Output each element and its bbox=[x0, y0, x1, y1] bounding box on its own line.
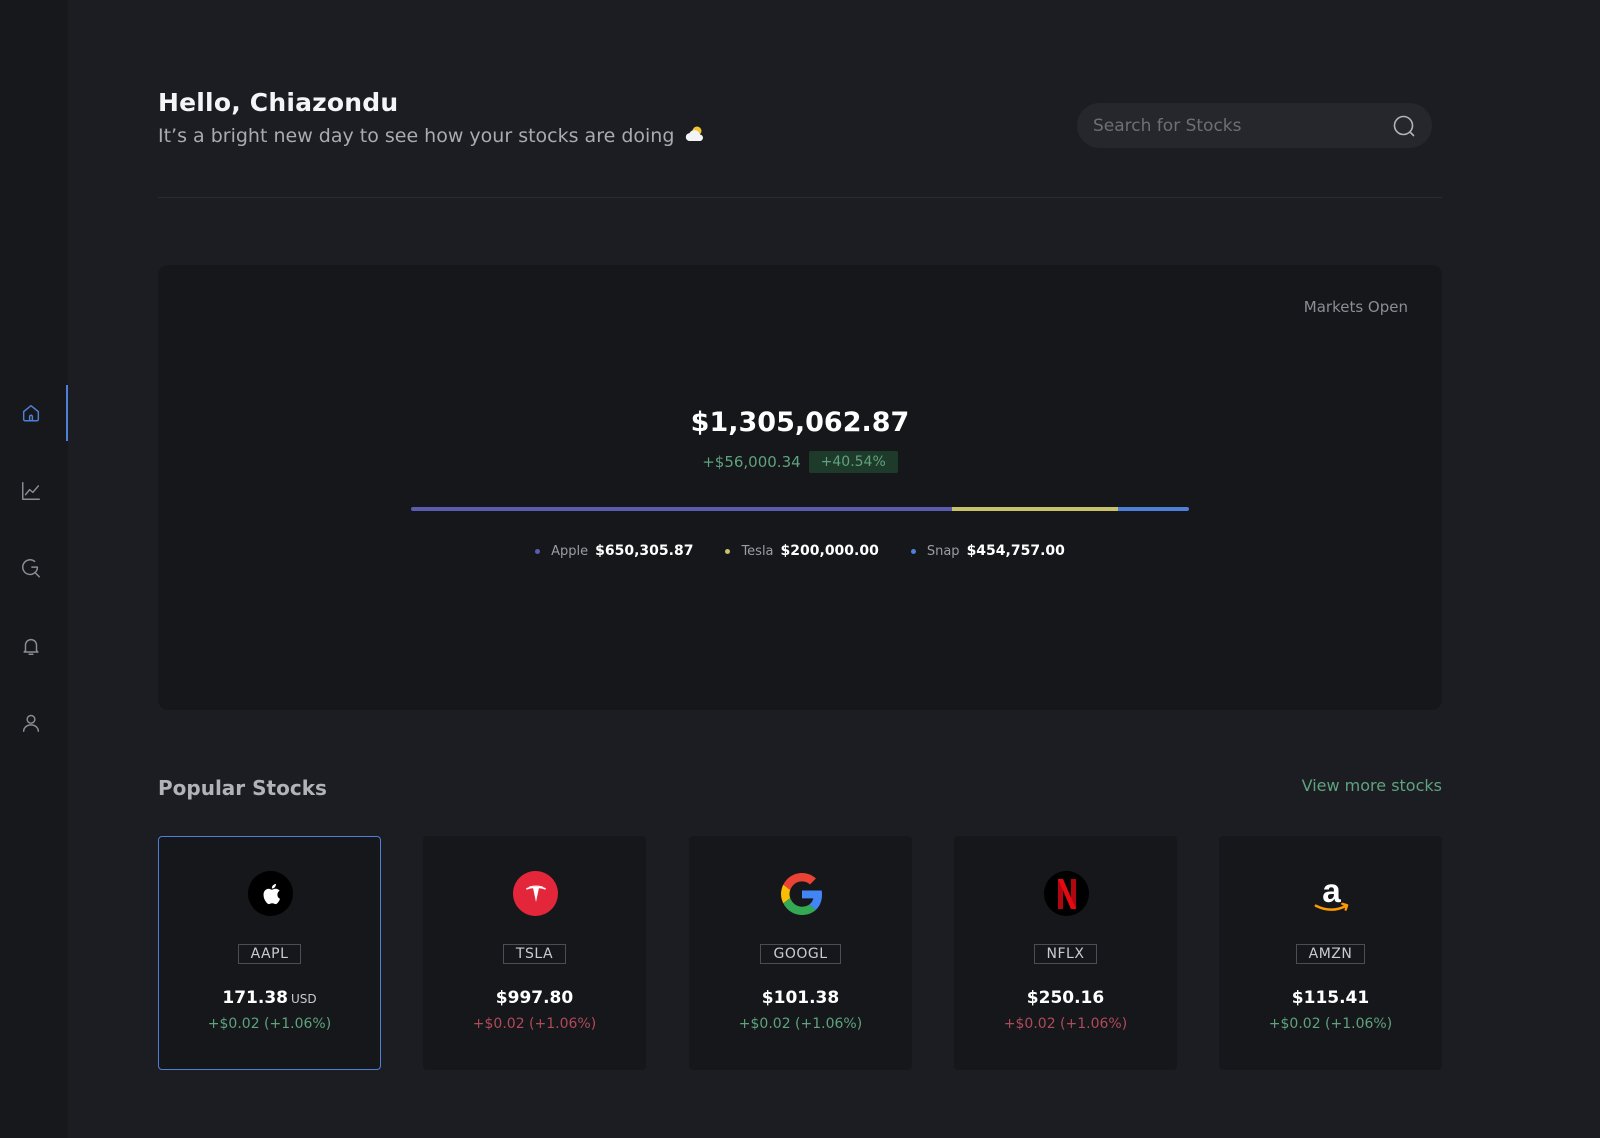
svg-text:a: a bbox=[1322, 872, 1341, 909]
stock-currency: USD bbox=[290, 992, 317, 1006]
stock-price: $997.80 bbox=[424, 988, 645, 1008]
line-chart-icon bbox=[22, 482, 40, 500]
header-divider bbox=[158, 197, 1442, 198]
sidebar-item-home[interactable] bbox=[0, 385, 68, 441]
cloud-sun-icon bbox=[686, 126, 704, 141]
legend-name: Tesla bbox=[741, 543, 774, 559]
stock-ticker: NFLX bbox=[955, 943, 1176, 964]
legend-item-apple: Apple $650,305.87 bbox=[535, 543, 693, 559]
stock-card-googl[interactable]: GOOGL $101.38 +$0.02 (+1.06%) bbox=[689, 836, 912, 1070]
legend-value: $650,305.87 bbox=[595, 543, 694, 559]
allocation-segment-apple bbox=[411, 507, 952, 511]
stock-price: $115.41 bbox=[1220, 988, 1441, 1008]
stock-price-value: 171.38 bbox=[222, 988, 288, 1008]
user-icon bbox=[22, 714, 40, 732]
portfolio-card: Markets Open $1,305,062.87 +$56,000.34 +… bbox=[158, 265, 1442, 710]
market-status: Markets Open bbox=[1303, 298, 1408, 316]
stock-ticker-label: TSLA bbox=[502, 944, 567, 964]
greeting-block: Hello, Chiazondu It’s a bright new day t… bbox=[158, 88, 706, 147]
stock-card-amzn[interactable]: a AMZN $115.41 +$0.02 (+1.06%) bbox=[1219, 836, 1442, 1070]
apple-logo-icon bbox=[248, 871, 293, 916]
legend-name: Apple bbox=[551, 543, 589, 559]
stock-price: 171.38 USD bbox=[159, 988, 380, 1008]
stock-price-value: $250.16 bbox=[1026, 988, 1105, 1008]
stock-change: +$0.02 (+1.06%) bbox=[1268, 1016, 1393, 1032]
legend-dot bbox=[725, 548, 731, 554]
sidebar-item-profile[interactable] bbox=[0, 695, 68, 751]
stock-ticker: AAPL bbox=[159, 943, 380, 964]
stock-change: +$0.02 (+1.06%) bbox=[1003, 1016, 1128, 1032]
stock-price-value: $997.80 bbox=[495, 988, 574, 1008]
stock-change: +$0.02 (+1.06%) bbox=[472, 1016, 597, 1032]
google-logo-icon bbox=[779, 871, 824, 916]
allocation-bar bbox=[411, 507, 1189, 511]
popular-stocks-list: AAPL 171.38 USD +$0.02 (+1.06%) TSLA $997.80 +… bbox=[158, 836, 1442, 1070]
search-input[interactable] bbox=[1093, 115, 1392, 136]
stock-ticker: AMZN bbox=[1220, 943, 1441, 964]
stock-ticker-label: AAPL bbox=[237, 944, 302, 964]
view-more-stocks-link[interactable]: View more stocks bbox=[1302, 776, 1442, 795]
stock-ticker: TSLA bbox=[424, 943, 645, 964]
portfolio-change-badge: +40.54% bbox=[808, 451, 898, 473]
amazon-logo-icon: a bbox=[1309, 871, 1354, 916]
portfolio-change-amount: +$56,000.34 bbox=[702, 453, 801, 471]
sidebar bbox=[0, 0, 68, 1138]
legend-value: $454,757.00 bbox=[966, 543, 1065, 559]
portfolio-change: +$56,000.34 +40.54% bbox=[158, 451, 1442, 473]
stock-card-nflx[interactable]: NFLX $250.16 +$0.02 (+1.06%) bbox=[954, 836, 1177, 1070]
portfolio-total: $1,305,062.87 bbox=[690, 407, 910, 438]
stock-card-aapl[interactable]: AAPL 171.38 USD +$0.02 (+1.06%) bbox=[158, 836, 381, 1070]
allocation-segment-snap bbox=[1118, 507, 1189, 511]
legend-name: Snap bbox=[926, 543, 960, 559]
search-bar[interactable] bbox=[1077, 103, 1432, 148]
stock-ticker-label: AMZN bbox=[1295, 944, 1366, 964]
netflix-logo-icon bbox=[1044, 871, 1089, 916]
stock-change: +$0.02 (+1.06%) bbox=[207, 1016, 332, 1032]
bell-icon bbox=[23, 638, 39, 655]
popular-stocks-title: Popular Stocks bbox=[158, 776, 327, 800]
sidebar-item-charts[interactable] bbox=[0, 463, 68, 519]
stock-price-value: $115.41 bbox=[1291, 988, 1370, 1008]
sidebar-item-notifications[interactable] bbox=[0, 618, 68, 674]
legend-item-snap: Snap $454,757.00 bbox=[910, 543, 1065, 559]
stock-change: +$0.02 (+1.06%) bbox=[738, 1016, 863, 1032]
legend-dot bbox=[910, 548, 916, 554]
allocation-legend: Apple $650,305.87 Tesla $200,000.00 Snap $454… bbox=[158, 543, 1442, 559]
stock-price: $101.38 bbox=[690, 988, 911, 1008]
legend-dot bbox=[535, 548, 541, 554]
legend-item-tesla: Tesla $200,000.00 bbox=[725, 543, 879, 559]
greeting-title: Hello, Chiazondu bbox=[158, 88, 399, 117]
stock-ticker: GOOGL bbox=[690, 943, 911, 964]
stock-card-tsla[interactable]: TSLA $997.80 +$0.02 (+1.06%) bbox=[423, 836, 646, 1070]
stock-price: $250.16 bbox=[955, 988, 1176, 1008]
stock-price-value: $101.38 bbox=[761, 988, 840, 1008]
legend-value: $200,000.00 bbox=[780, 543, 879, 559]
search-icon[interactable] bbox=[1392, 114, 1416, 138]
home-icon bbox=[22, 404, 40, 422]
allocation-segment-tesla bbox=[951, 507, 1119, 511]
app-root: Hello, Chiazondu It’s a bright new day t… bbox=[0, 0, 1600, 1138]
refresh-search-icon bbox=[22, 559, 40, 578]
greeting-subtitle: It’s a bright new day to see how your st… bbox=[158, 125, 706, 147]
sidebar-item-explore[interactable] bbox=[0, 540, 68, 596]
stock-ticker-label: GOOGL bbox=[760, 944, 841, 964]
greeting-subtitle-text: It’s a bright new day to see how your st… bbox=[158, 125, 675, 147]
stock-ticker-label: NFLX bbox=[1033, 944, 1098, 964]
tesla-logo-icon bbox=[513, 871, 558, 916]
